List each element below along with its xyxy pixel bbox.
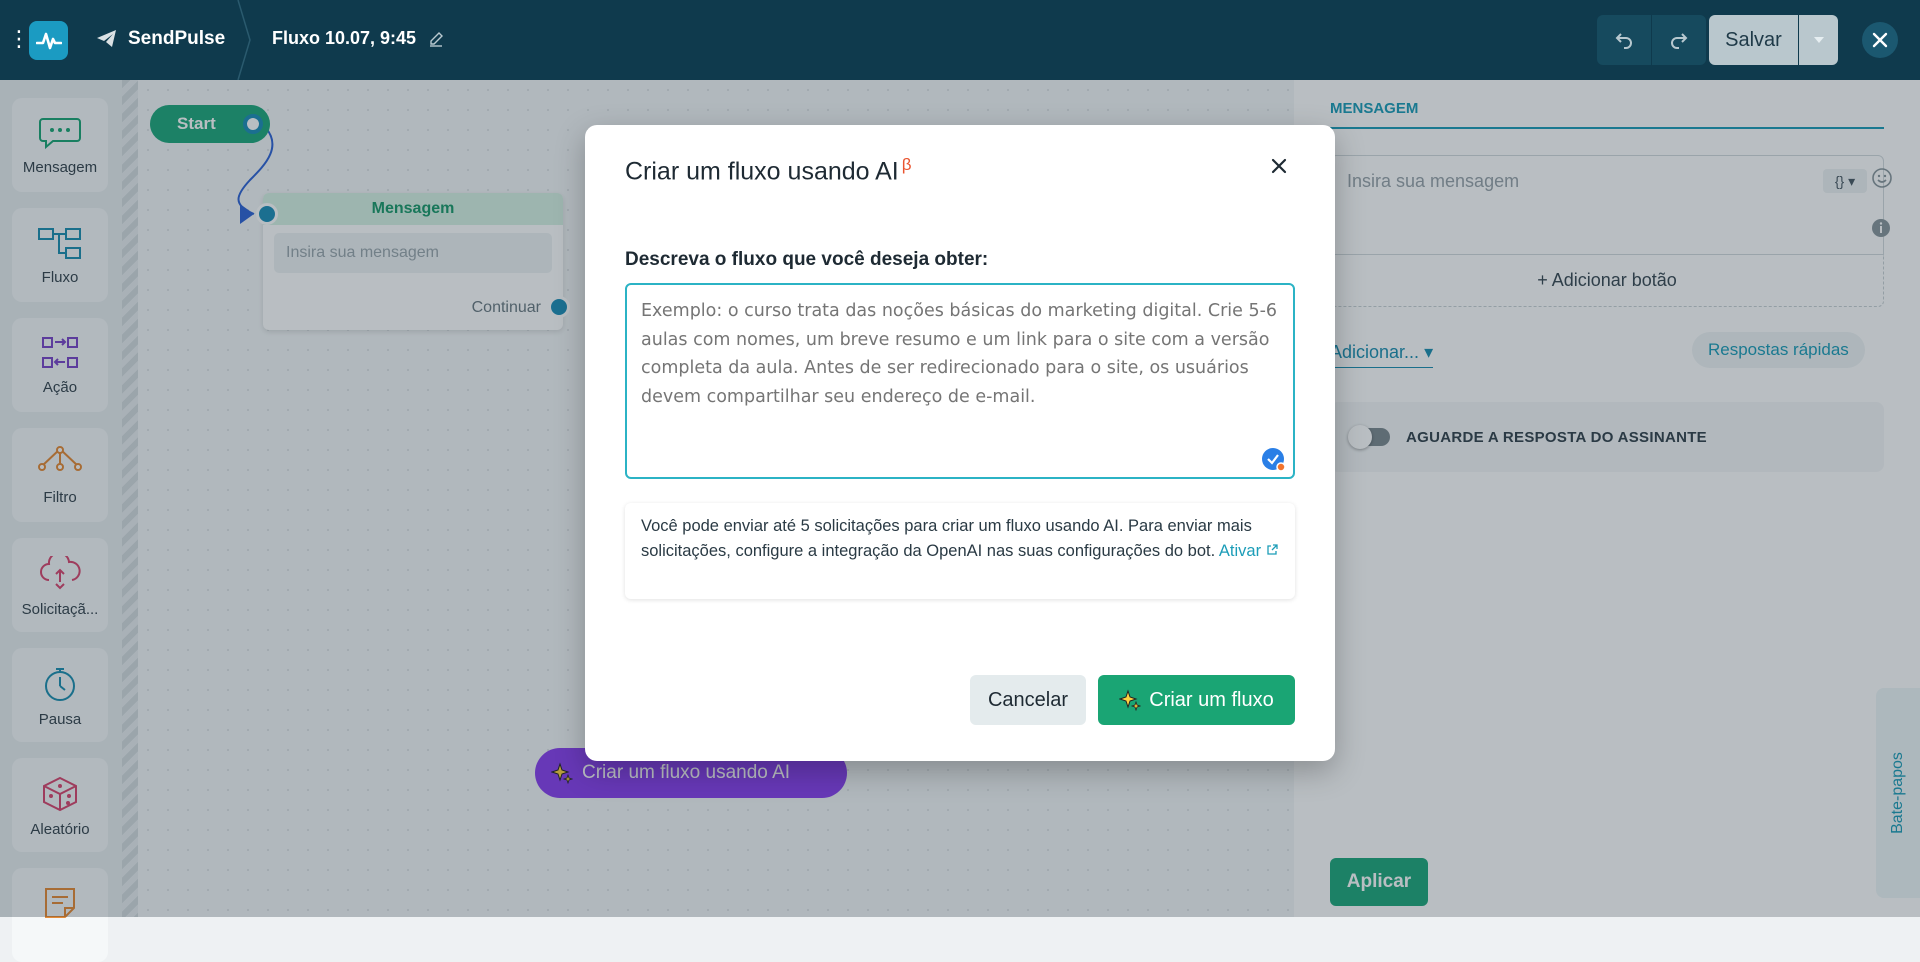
description-label: Descreva o fluxo que você deseja obter: (625, 249, 989, 270)
usage-limit-text: Você pode enviar até 5 solicitações para… (641, 517, 1252, 560)
cancel-button[interactable]: Cancelar (970, 675, 1086, 725)
modal-title: Criar um fluxo usando AI β (625, 155, 912, 186)
modal-close-icon[interactable] (1271, 158, 1287, 174)
close-icon (1872, 32, 1888, 48)
undo-button[interactable] (1597, 15, 1651, 65)
undo-icon (1615, 33, 1632, 49)
save-dropdown-button[interactable] (1799, 15, 1838, 65)
create-flow-ai-modal: Criar um fluxo usando AI β Descreva o flu… (585, 125, 1335, 761)
beta-badge: β (901, 155, 912, 174)
create-flow-button[interactable]: Criar um fluxo (1098, 675, 1295, 725)
sparkles-icon (1119, 689, 1142, 711)
activate-link-label: Ativar (1218, 541, 1262, 560)
usage-limit-note: Você pode enviar até 5 solicitações para… (625, 503, 1295, 599)
close-editor-button[interactable] (1862, 22, 1898, 58)
modal-title-text: Criar um fluxo usando AI (625, 157, 899, 186)
activate-link[interactable]: Ativar (1219, 542, 1278, 560)
chevron-down-icon (1813, 37, 1824, 43)
external-link-icon (1267, 543, 1278, 555)
flow-description-textarea[interactable] (625, 283, 1295, 479)
create-flow-label: Criar um fluxo (1149, 688, 1274, 711)
redo-icon (1671, 33, 1688, 49)
save-button[interactable]: Salvar (1709, 15, 1798, 65)
redo-button[interactable] (1652, 15, 1706, 65)
grammar-check-icon[interactable] (1261, 447, 1287, 473)
